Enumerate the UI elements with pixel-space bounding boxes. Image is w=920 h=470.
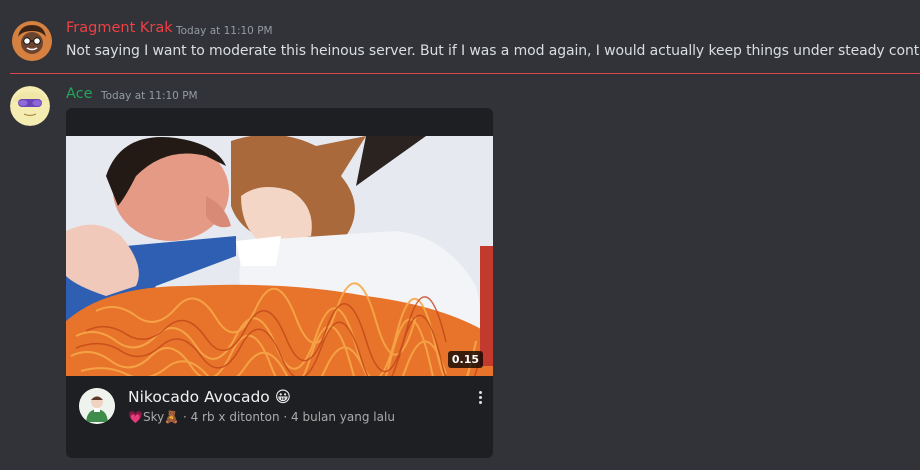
video-duration-badge: 0.15 — [447, 351, 483, 368]
avatar[interactable] — [10, 86, 50, 126]
author-name[interactable]: Ace — [66, 86, 93, 102]
video-meta: 💗Sky🧸 · 4 rb x ditonton · 4 bulan yang l… — [128, 410, 395, 424]
channel-avatar-icon — [79, 388, 115, 424]
cartoon-face-avatar-icon — [12, 21, 52, 61]
avatar[interactable] — [12, 21, 52, 61]
author-name[interactable]: Fragment Krak — [66, 20, 173, 36]
channel-avatar[interactable] — [79, 388, 115, 424]
timestamp: Today at 11:10 PM — [176, 25, 273, 37]
video-title[interactable]: Nikocado Avocado 😀 — [128, 388, 291, 406]
kebab-menu-icon[interactable] — [479, 391, 483, 405]
timestamp: Today at 11:10 PM — [101, 90, 198, 102]
message-text: Not saying I want to moderate this heino… — [66, 43, 920, 59]
video-thumbnail[interactable]: 0.15 — [66, 136, 493, 376]
video-embed: 0.15 Nikocado Avocado 😀 💗Sky🧸 · 4 rb x d… — [66, 108, 493, 458]
new-messages-divider — [10, 73, 920, 74]
video-thumbnail-image-icon — [66, 136, 493, 376]
video-title-text: Nikocado Avocado — [128, 388, 270, 406]
video-stats: · 4 rb x ditonton · 4 bulan yang lalu — [179, 410, 395, 424]
channel-name[interactable]: Sky — [143, 410, 164, 424]
teddy-bear-emoji: 🧸 — [164, 410, 180, 424]
heart-emoji: 💗 — [128, 410, 143, 424]
sunglasses-face-avatar-icon — [10, 86, 50, 126]
grin-emoji: 😀 — [274, 388, 291, 406]
